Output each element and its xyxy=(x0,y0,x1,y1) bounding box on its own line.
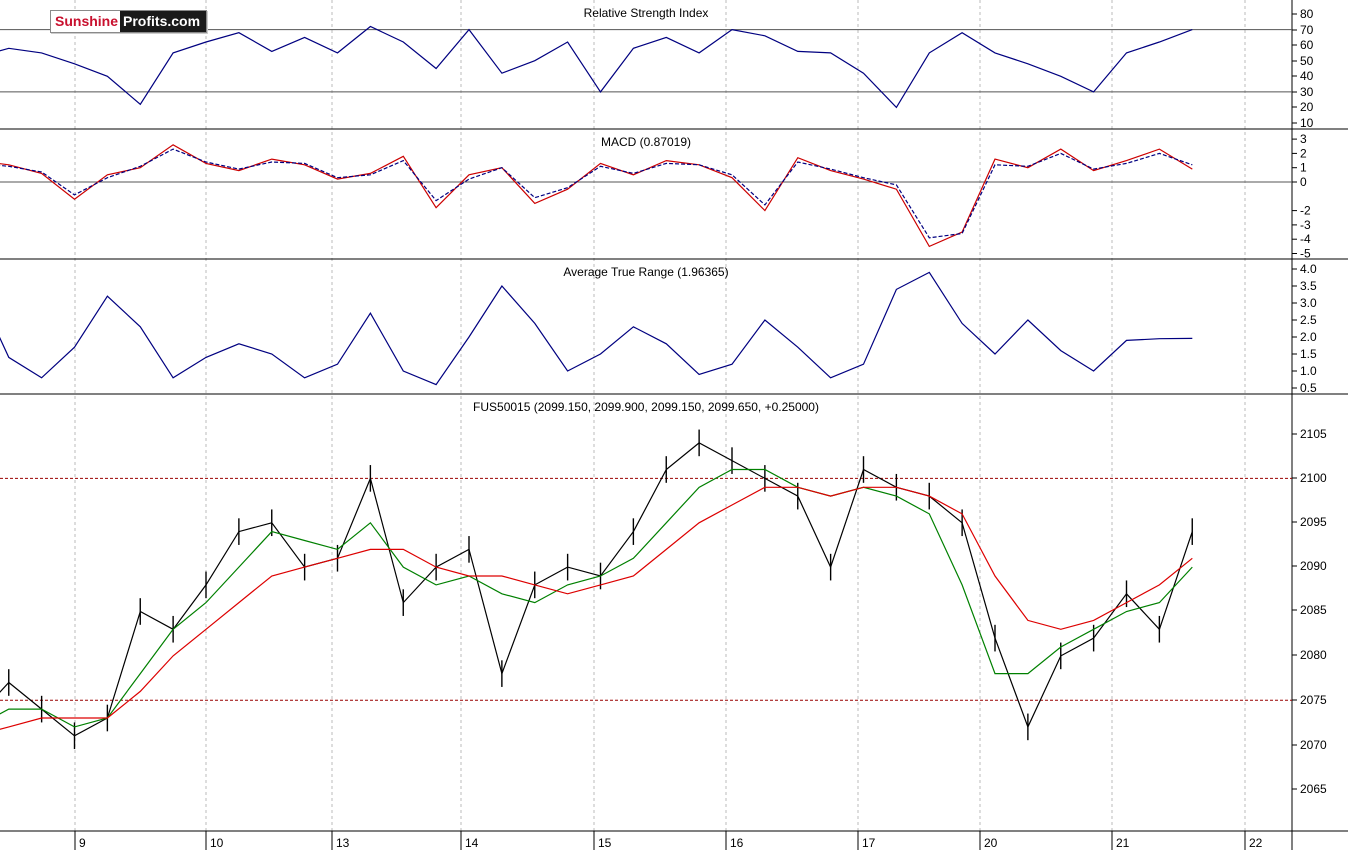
macd-tick-label: 2 xyxy=(1300,146,1307,160)
x-tick-label: 21 xyxy=(1116,836,1130,850)
atr-tick-label: 1.0 xyxy=(1300,364,1317,378)
rsi-tick-label: 40 xyxy=(1300,69,1314,83)
sunshine-profits-logo[interactable]: Sunshine Profits.com xyxy=(50,10,208,33)
macd-signal-line xyxy=(0,148,1193,239)
macd-panel-title: MACD (0.87019) xyxy=(601,135,691,149)
price-tick-label: 2100 xyxy=(1300,471,1327,485)
rsi-tick-label: 20 xyxy=(1300,100,1314,114)
price-tick-label: 2070 xyxy=(1300,738,1327,752)
rsi-panel-title: Relative Strength Index xyxy=(584,6,709,20)
macd-tick-label: 0 xyxy=(1300,175,1307,189)
price-tick-label: 2095 xyxy=(1300,515,1327,529)
atr-tick-label: 0.5 xyxy=(1300,381,1317,395)
atr-tick-label: 3.0 xyxy=(1300,296,1317,310)
atr-tick-label: 1.5 xyxy=(1300,347,1317,361)
x-tick-label: 13 xyxy=(336,836,350,850)
atr-panel-title: Average True Range (1.96365) xyxy=(563,265,728,279)
rsi-tick-label: 50 xyxy=(1300,54,1314,68)
price-line xyxy=(0,442,1193,737)
price-tick-label: 2080 xyxy=(1300,648,1327,662)
macd-tick-label: 1 xyxy=(1300,161,1307,175)
macd-line xyxy=(0,144,1193,248)
macd-tick-label: -4 xyxy=(1300,232,1311,246)
price-panel-title: FUS50015 (2099.150, 2099.900, 2099.150, … xyxy=(473,400,819,414)
ma-slow-line xyxy=(0,486,1193,730)
rsi-line xyxy=(0,25,1193,109)
price-tick-label: 2085 xyxy=(1300,603,1327,617)
macd-tick-label: -5 xyxy=(1300,247,1311,261)
macd-tick-label: -3 xyxy=(1300,218,1311,232)
rsi-tick-label: 70 xyxy=(1300,23,1314,37)
x-tick-label: 9 xyxy=(79,836,86,850)
vertical-gridlines xyxy=(74,0,1246,831)
atr-tick-label: 2.0 xyxy=(1300,330,1317,344)
atr-tick-label: 4.0 xyxy=(1300,262,1317,276)
panel-frames xyxy=(0,0,1348,850)
x-tick-label: 20 xyxy=(984,836,998,850)
price-tick-label: 2105 xyxy=(1300,427,1327,441)
rsi-tick-label: 30 xyxy=(1300,85,1314,99)
x-tick-label: 10 xyxy=(210,836,224,850)
x-axis: 9 10 13 14 15 16 17 20 21 22 xyxy=(74,831,1263,850)
x-tick-label: 22 xyxy=(1249,836,1263,850)
macd-tick-label: -2 xyxy=(1300,204,1311,218)
price-tick-label: 2090 xyxy=(1300,559,1327,573)
rsi-tick-label: 80 xyxy=(1300,7,1314,21)
x-tick-label: 14 xyxy=(465,836,479,850)
x-tick-label: 16 xyxy=(730,836,744,850)
price-tick-label: 2065 xyxy=(1300,782,1327,796)
rsi-tick-label: 60 xyxy=(1300,38,1314,52)
atr-tick-label: 2.5 xyxy=(1300,313,1317,327)
x-tick-label: 15 xyxy=(598,836,612,850)
logo-part-sunshine: Sunshine xyxy=(51,11,121,32)
atr-line xyxy=(0,271,1193,386)
logo-part-profits: Profits.com xyxy=(120,11,207,32)
stock-chart: 80706050403020103210-2-3-4-54.03.53.02.5… xyxy=(0,0,1348,850)
ma-fast-line xyxy=(0,468,1193,728)
price-tick-label: 2075 xyxy=(1300,693,1327,707)
rsi-tick-label: 10 xyxy=(1300,116,1314,130)
y-axis-ticks: 80706050403020103210-2-3-4-54.03.53.02.5… xyxy=(1292,7,1327,796)
atr-tick-label: 3.5 xyxy=(1300,279,1317,293)
macd-tick-label: 3 xyxy=(1300,132,1307,146)
x-tick-label: 17 xyxy=(862,836,876,850)
